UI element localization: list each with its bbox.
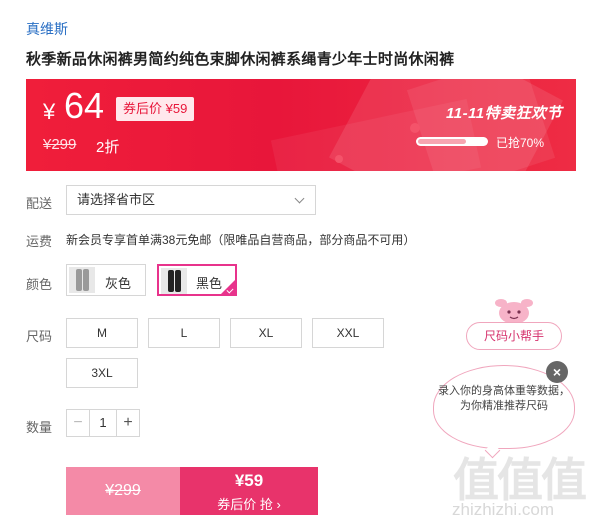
sold-progress-bar [416,137,488,146]
color-name: 灰色 [105,276,132,291]
black-pants-thumbnail [161,268,187,294]
size-helper-text: 录入你的身高体重等数据，为你精准推荐尺码 [438,385,570,412]
current-price: 64 [64,85,105,126]
color-name: 黑色 [196,276,223,291]
delivery-label: 配送 [26,196,53,211]
size-option-3xl[interactable]: 3XL [66,358,138,388]
promo-banner: ¥ 64 券后价 ¥59 ¥299 2折 11-11特卖狂欢节 已抢70% [26,79,576,171]
size-option-m[interactable]: M [66,318,138,348]
region-select[interactable]: 请选择省市区 [66,185,316,215]
original-price-button[interactable]: ¥299 [66,467,180,515]
discount-text: 2折 [96,139,120,156]
size-label: 尺码 [26,329,53,344]
currency-symbol: ¥ [43,99,56,124]
quantity-stepper: − 1 + [66,409,140,437]
after-coupon-badge: 券后价 ¥59 [116,97,195,121]
event-title: 11-11特卖狂欢节 [446,105,563,122]
brand-name[interactable]: 真维斯 [26,19,68,39]
quantity-label: 数量 [26,420,53,435]
color-option-black[interactable]: 黑色 [157,264,237,296]
color-option-gray[interactable]: 灰色 [66,264,146,296]
coupon-buy-label: 券后价 抢 › [217,497,281,512]
quantity-plus-button[interactable]: + [116,410,139,436]
coupon-price: ¥59 [234,471,264,490]
close-icon[interactable]: × [546,361,568,383]
watermark-url: zhizhizhi.com [452,500,555,519]
gray-pants-thumbnail [69,267,95,293]
product-title: 秋季新品休闲裤男简约纯色束脚休闲裤系绳青少年士时尚休闲裤 [26,51,455,68]
size-option-xxl[interactable]: XXL [312,318,384,348]
size-option-xl[interactable]: XL [230,318,302,348]
color-label: 颜色 [26,277,53,292]
region-select-text: 请选择省市区 [77,192,156,207]
quantity-minus-button[interactable]: − [67,410,90,436]
shipping-info: 新会员专享首单满38元免邮（限唯品自营商品，部分商品不可用） [66,233,416,247]
coupon-buy-button[interactable]: ¥59 券后价 抢 › [180,467,318,515]
sold-percentage: 已抢70% [496,136,545,150]
size-helper-button[interactable]: 尺码小帮手 [466,322,562,350]
chevron-down-icon [294,193,305,204]
original-price: ¥299 [43,136,77,153]
quantity-value[interactable]: 1 [89,410,117,436]
shipping-label: 运费 [26,234,53,249]
mascot-icon [495,299,533,324]
size-option-l[interactable]: L [148,318,220,348]
